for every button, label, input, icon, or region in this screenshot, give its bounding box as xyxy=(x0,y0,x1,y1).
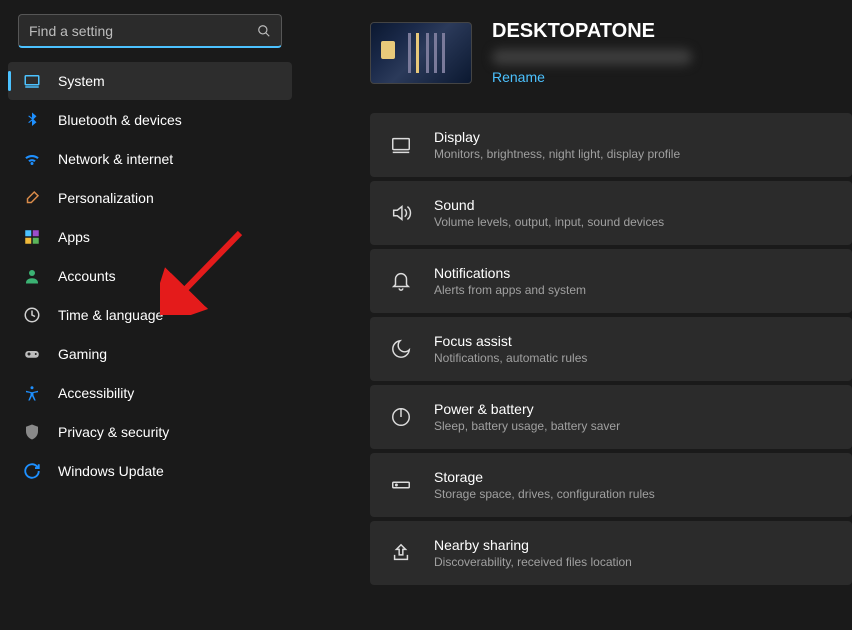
update-icon xyxy=(22,461,42,481)
system-icon xyxy=(22,71,42,91)
sidebar-item-time-language[interactable]: Time & language xyxy=(8,296,292,334)
card-title: Notifications xyxy=(434,265,586,281)
card-title: Sound xyxy=(434,197,664,213)
card-title: Nearby sharing xyxy=(434,537,632,553)
bell-icon xyxy=(390,270,412,292)
system-header: DESKTOPATONE Rename xyxy=(370,20,852,85)
shield-icon xyxy=(22,422,42,442)
card-title: Power & battery xyxy=(434,401,620,417)
storage-icon xyxy=(390,474,412,496)
apps-icon xyxy=(22,227,42,247)
share-icon xyxy=(390,542,412,564)
computer-name: DESKTOPATONE xyxy=(492,20,692,43)
sidebar-item-accounts[interactable]: Accounts xyxy=(8,257,292,295)
display-icon xyxy=(390,134,412,156)
card-focus-assist[interactable]: Focus assist Notifications, automatic ru… xyxy=(370,317,852,381)
bluetooth-icon xyxy=(22,110,42,130)
sidebar-item-label: Privacy & security xyxy=(58,424,169,440)
card-title: Display xyxy=(434,129,680,145)
main-content: DESKTOPATONE Rename Display Monitors, br… xyxy=(370,0,852,630)
moon-icon xyxy=(390,338,412,360)
card-display[interactable]: Display Monitors, brightness, night ligh… xyxy=(370,113,852,177)
sidebar-item-label: Network & internet xyxy=(58,151,173,167)
card-subtitle: Storage space, drives, configuration rul… xyxy=(434,487,655,501)
sidebar-item-label: Accounts xyxy=(58,268,116,284)
search-icon[interactable] xyxy=(247,24,281,38)
sidebar-item-personalization[interactable]: Personalization xyxy=(8,179,292,217)
sidebar-item-network[interactable]: Network & internet xyxy=(8,140,292,178)
card-subtitle: Notifications, automatic rules xyxy=(434,351,587,365)
sidebar-item-label: System xyxy=(58,73,105,89)
card-notifications[interactable]: Notifications Alerts from apps and syste… xyxy=(370,249,852,313)
sidebar-item-apps[interactable]: Apps xyxy=(8,218,292,256)
search-box[interactable] xyxy=(18,14,282,48)
brush-icon xyxy=(22,188,42,208)
card-subtitle: Discoverability, received files location xyxy=(434,555,632,569)
card-sound[interactable]: Sound Volume levels, output, input, soun… xyxy=(370,181,852,245)
sidebar-item-gaming[interactable]: Gaming xyxy=(8,335,292,373)
sidebar-item-privacy[interactable]: Privacy & security xyxy=(8,413,292,451)
person-icon xyxy=(22,266,42,286)
sidebar-item-label: Bluetooth & devices xyxy=(58,112,182,128)
card-title: Focus assist xyxy=(434,333,587,349)
gamepad-icon xyxy=(22,344,42,364)
sidebar: System Bluetooth & devices Network & int… xyxy=(0,0,300,630)
accessibility-icon xyxy=(22,383,42,403)
sidebar-item-label: Apps xyxy=(58,229,90,245)
sidebar-item-accessibility[interactable]: Accessibility xyxy=(8,374,292,412)
card-subtitle: Volume levels, output, input, sound devi… xyxy=(434,215,664,229)
search-input[interactable] xyxy=(19,23,247,39)
sidebar-item-label: Gaming xyxy=(58,346,107,362)
sidebar-item-label: Personalization xyxy=(58,190,154,206)
card-nearby-sharing[interactable]: Nearby sharing Discoverability, received… xyxy=(370,521,852,585)
rename-link[interactable]: Rename xyxy=(492,69,692,85)
clock-globe-icon xyxy=(22,305,42,325)
card-storage[interactable]: Storage Storage space, drives, configura… xyxy=(370,453,852,517)
card-subtitle: Monitors, brightness, night light, displ… xyxy=(434,147,680,161)
card-title: Storage xyxy=(434,469,655,485)
card-subtitle: Alerts from apps and system xyxy=(434,283,586,297)
sidebar-item-label: Windows Update xyxy=(58,463,164,479)
sidebar-item-system[interactable]: System xyxy=(8,62,292,100)
wifi-icon xyxy=(22,149,42,169)
card-subtitle: Sleep, battery usage, battery saver xyxy=(434,419,620,433)
sidebar-item-label: Time & language xyxy=(58,307,163,323)
card-power[interactable]: Power & battery Sleep, battery usage, ba… xyxy=(370,385,852,449)
sidebar-item-bluetooth[interactable]: Bluetooth & devices xyxy=(8,101,292,139)
power-icon xyxy=(390,406,412,428)
pc-thumbnail xyxy=(370,22,472,84)
sidebar-item-update[interactable]: Windows Update xyxy=(8,452,292,490)
sidebar-item-label: Accessibility xyxy=(58,385,134,401)
computer-sub-blurred xyxy=(492,49,692,65)
sound-icon xyxy=(390,202,412,224)
